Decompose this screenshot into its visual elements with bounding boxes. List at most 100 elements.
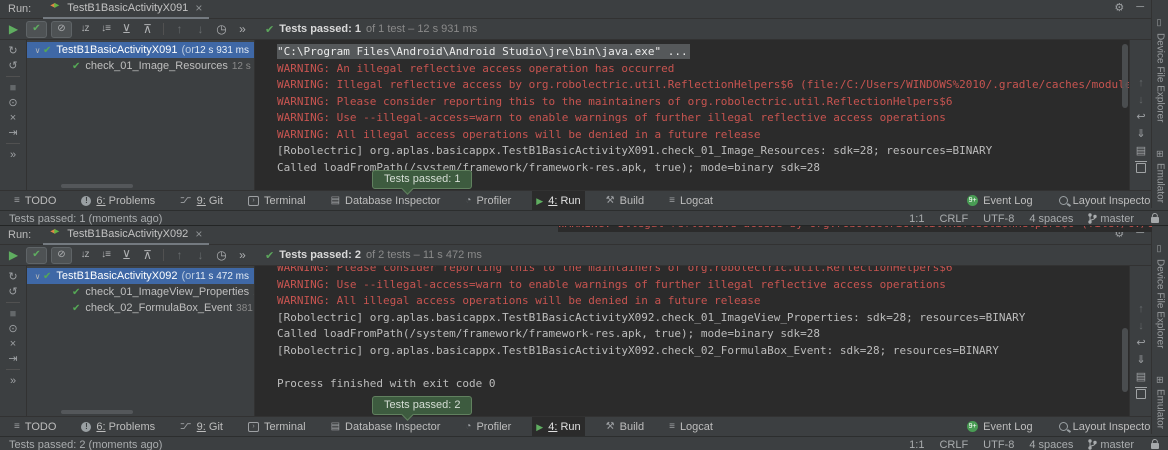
sort-by-duration-icon[interactable]: ↓≡ bbox=[95, 21, 116, 37]
build-button[interactable]: ⚒ Build bbox=[602, 417, 648, 436]
test-tree-row[interactable]: ✔ check_02_FormulaBox_Event 381 ms bbox=[27, 300, 254, 316]
console-output[interactable]: "C:\Program Files\Android\Android Studio… bbox=[254, 40, 1129, 190]
indent-setting[interactable]: 4 spaces bbox=[1029, 439, 1073, 450]
gear-icon[interactable]: ⚙ bbox=[1114, 1, 1124, 14]
collapse-all-icon[interactable]: ⊼ bbox=[137, 247, 158, 263]
file-encoding[interactable]: UTF-8 bbox=[983, 213, 1014, 225]
more-options-icon[interactable]: » bbox=[4, 373, 22, 388]
scroll-to-end-icon[interactable]: ⇓ bbox=[1132, 125, 1150, 142]
soft-wrap-icon[interactable]: ↩ bbox=[1132, 108, 1150, 125]
layout-inspector-button[interactable]: Layout Inspector bbox=[1055, 191, 1158, 210]
line-separator[interactable]: CRLF bbox=[939, 213, 968, 225]
rerun-icon[interactable]: ↻ bbox=[4, 43, 22, 58]
lock-icon[interactable] bbox=[1151, 217, 1159, 223]
kill-process-icon[interactable]: × bbox=[4, 110, 22, 125]
kill-process-icon[interactable]: × bbox=[4, 336, 22, 351]
scroll-up-icon[interactable]: ↑ bbox=[1132, 300, 1150, 317]
collapse-all-icon[interactable]: ⊼ bbox=[137, 21, 158, 37]
indent-setting[interactable]: 4 spaces bbox=[1029, 213, 1073, 225]
soft-wrap-icon[interactable]: ↩ bbox=[1132, 334, 1150, 351]
todo-button[interactable]: ≡ TODO bbox=[10, 417, 60, 436]
sort-alphabetically-icon[interactable]: ↓z bbox=[74, 21, 95, 37]
device-file-explorer-button[interactable]: ▯ Device File Explorer bbox=[1155, 18, 1166, 122]
expand-all-icon[interactable]: ⊻ bbox=[116, 247, 137, 263]
logcat-button[interactable]: ≡ Logcat bbox=[665, 417, 717, 436]
build-button[interactable]: ⚒ Build bbox=[602, 191, 648, 210]
clear-all-icon[interactable] bbox=[1132, 385, 1150, 402]
more-toolbar-icon[interactable]: » bbox=[232, 21, 253, 37]
rerun-failed-icon[interactable]: ↺ bbox=[4, 284, 22, 299]
previous-failed-icon[interactable]: ↑ bbox=[169, 247, 190, 263]
git-button[interactable]: ⌥ 9: Git bbox=[176, 417, 227, 436]
minimize-icon[interactable]: ─ bbox=[1136, 1, 1144, 14]
scroll-up-icon[interactable]: ↑ bbox=[1132, 74, 1150, 91]
rerun-icon[interactable]: ↻ bbox=[4, 269, 22, 284]
todo-button[interactable]: ≡ TODO bbox=[10, 191, 60, 210]
layout-inspector-button[interactable]: Layout Inspector bbox=[1055, 417, 1158, 436]
test-tree-row[interactable]: ✔ check_01_Image_Resources 12 s 931 ms bbox=[27, 58, 254, 74]
print-icon[interactable]: ▤ bbox=[1132, 368, 1150, 385]
print-icon[interactable]: ▤ bbox=[1132, 142, 1150, 159]
file-encoding[interactable]: UTF-8 bbox=[983, 439, 1014, 450]
horizontal-scrollbar[interactable] bbox=[61, 184, 133, 188]
rerun-failed-icon[interactable]: ↺ bbox=[4, 58, 22, 73]
test-tree-row[interactable]: ∨ ✔ TestB1BasicActivityX091 (org.aplas.b… bbox=[27, 42, 254, 58]
profiler-button[interactable]: ◔ Profiler bbox=[461, 417, 515, 436]
run-tab[interactable]: ◂▸ TestB1BasicActivityX091 × bbox=[43, 0, 209, 19]
database-inspector-button[interactable]: ▤ Database Inspector bbox=[327, 191, 445, 210]
emulator-button[interactable]: ⊞ Emulator bbox=[1155, 376, 1166, 429]
terminal-button[interactable]: › Terminal bbox=[244, 191, 310, 210]
caret-position[interactable]: 1:1 bbox=[909, 439, 924, 450]
problems-button[interactable]: ! 6: Problems bbox=[77, 417, 159, 436]
vertical-scrollbar[interactable] bbox=[1122, 44, 1128, 108]
close-icon[interactable]: × bbox=[195, 229, 202, 239]
stop-icon[interactable]: ■ bbox=[4, 80, 22, 95]
test-tree-row[interactable]: ∨ ✔ TestB1BasicActivityX092 (org.aplas.b… bbox=[27, 268, 254, 284]
test-history-icon[interactable]: ◷ bbox=[211, 247, 232, 263]
show-passed-toggle[interactable]: ✔ bbox=[26, 247, 47, 264]
vertical-scrollbar[interactable] bbox=[1122, 328, 1128, 392]
lock-icon[interactable] bbox=[1151, 443, 1159, 449]
screenshot-icon[interactable]: ⊙ bbox=[4, 95, 22, 110]
run-tab[interactable]: ◂▸ TestB1BasicActivityX092 × bbox=[43, 225, 209, 245]
console-output[interactable]: WARNING: Please consider reporting this … bbox=[254, 266, 1129, 416]
git-branch[interactable]: master bbox=[1088, 439, 1134, 450]
caret-position[interactable]: 1:1 bbox=[909, 213, 924, 225]
scroll-to-end-icon[interactable]: ⇓ bbox=[1132, 351, 1150, 368]
screenshot-icon[interactable]: ⊙ bbox=[4, 321, 22, 336]
clear-all-icon[interactable] bbox=[1132, 159, 1150, 176]
run-button[interactable]: ▶ 4: Run bbox=[532, 191, 584, 210]
show-ignored-toggle[interactable]: ⊘ bbox=[51, 21, 72, 38]
stop-icon[interactable]: ■ bbox=[4, 306, 22, 321]
more-toolbar-icon[interactable]: » bbox=[232, 247, 253, 263]
exit-icon[interactable]: ⇥ bbox=[4, 351, 22, 366]
logcat-button[interactable]: ≡ Logcat bbox=[665, 191, 717, 210]
next-failed-icon[interactable]: ↓ bbox=[190, 247, 211, 263]
profiler-button[interactable]: ◔ Profiler bbox=[461, 191, 515, 210]
close-icon[interactable]: × bbox=[195, 3, 202, 13]
scroll-down-icon[interactable]: ↓ bbox=[1132, 91, 1150, 108]
event-log-button[interactable]: 9+ Event Log bbox=[963, 417, 1037, 436]
git-branch[interactable]: master bbox=[1088, 213, 1134, 225]
event-log-button[interactable]: 9+ Event Log bbox=[963, 191, 1037, 210]
sort-by-duration-icon[interactable]: ↓≡ bbox=[95, 247, 116, 263]
rerun-tests-button[interactable]: ▶ bbox=[3, 247, 24, 263]
git-button[interactable]: ⌥ 9: Git bbox=[176, 191, 227, 210]
database-inspector-button[interactable]: ▤ Database Inspector bbox=[327, 417, 445, 436]
horizontal-scrollbar[interactable] bbox=[61, 410, 133, 414]
problems-button[interactable]: ! 6: Problems bbox=[77, 191, 159, 210]
show-ignored-toggle[interactable]: ⊘ bbox=[51, 247, 72, 264]
sort-alphabetically-icon[interactable]: ↓z bbox=[74, 247, 95, 263]
show-passed-toggle[interactable]: ✔ bbox=[26, 21, 47, 38]
expand-all-icon[interactable]: ⊻ bbox=[116, 21, 137, 37]
device-file-explorer-button[interactable]: ▯ Device File Explorer bbox=[1155, 244, 1166, 348]
chevron-down-icon[interactable]: ∨ bbox=[32, 272, 43, 281]
chevron-down-icon[interactable]: ∨ bbox=[32, 46, 43, 55]
run-button[interactable]: ▶ 4: Run bbox=[532, 417, 584, 436]
test-history-icon[interactable]: ◷ bbox=[211, 21, 232, 37]
test-tree-row[interactable]: ✔ check_01_ImageView_Properties 11 s 91 … bbox=[27, 284, 254, 300]
previous-failed-icon[interactable]: ↑ bbox=[169, 21, 190, 37]
scroll-down-icon[interactable]: ↓ bbox=[1132, 317, 1150, 334]
more-options-icon[interactable]: » bbox=[4, 147, 22, 162]
next-failed-icon[interactable]: ↓ bbox=[190, 21, 211, 37]
